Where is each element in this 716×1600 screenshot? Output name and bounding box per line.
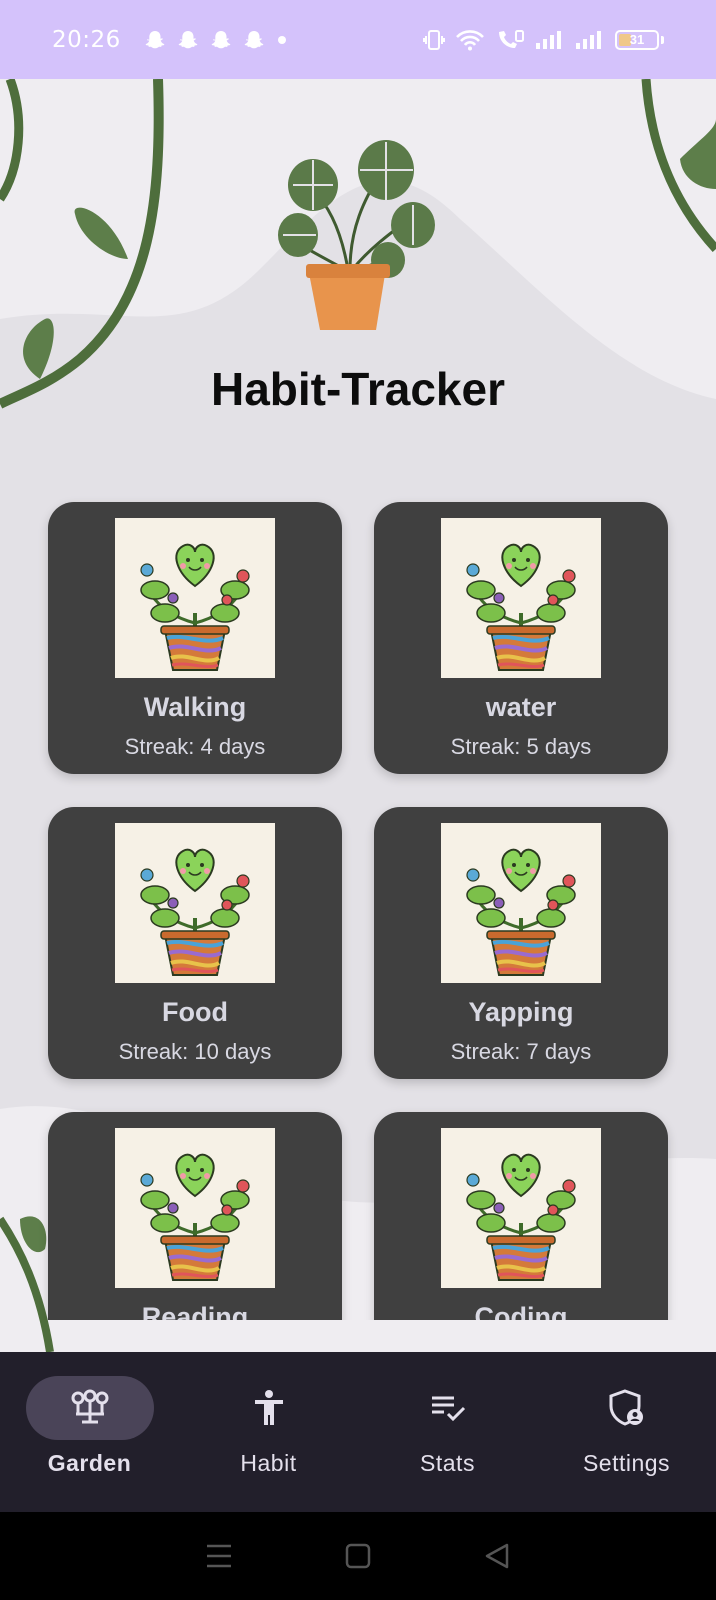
square-icon <box>345 1543 371 1569</box>
app-title: Habit-Tracker <box>210 363 505 415</box>
nav-habit[interactable]: Habit <box>179 1352 358 1512</box>
habit-streak: Streak: 7 days <box>450 1039 592 1064</box>
nav-pill <box>205 1376 333 1440</box>
battery-level: 31 <box>629 32 645 47</box>
status-time: 20:26 <box>52 26 121 53</box>
habit-name: Yapping <box>468 997 574 1027</box>
habit-name: Coding <box>474 1302 568 1320</box>
habit-streak: Streak: 5 days <box>450 734 592 759</box>
signal-icon <box>576 30 601 49</box>
call-wifi-icon <box>499 29 524 48</box>
potted-monstera-icon <box>278 140 435 330</box>
vibrate-icon <box>423 29 445 50</box>
habit-card-reading[interactable]: Reading <box>48 1112 342 1320</box>
heart-plant-icon <box>441 823 601 983</box>
habit-name: water <box>485 692 557 722</box>
nav-pill <box>384 1376 512 1440</box>
habit-card-walking[interactable]: Walking Streak: 4 days <box>48 502 342 774</box>
status-bar: 20:26 31 <box>0 0 716 79</box>
snapchat-icon <box>244 30 264 48</box>
back-button[interactable] <box>477 1536 517 1576</box>
heart-plant-icon <box>115 518 275 678</box>
nav-label: Settings <box>582 1450 671 1476</box>
habit-name: Reading <box>141 1302 249 1320</box>
habit-card-water[interactable]: water Streak: 5 days <box>374 502 668 774</box>
back-triangle-icon <box>485 1543 508 1569</box>
nav-label: Stats <box>420 1450 475 1476</box>
wifi-icon <box>456 29 484 50</box>
habit-card-coding[interactable]: Coding <box>374 1112 668 1320</box>
status-right-icons: 31 <box>423 28 664 52</box>
habit-name: Walking <box>143 692 247 722</box>
shield-person-icon <box>609 1389 643 1426</box>
snapchat-icon <box>145 30 165 48</box>
habit-grid: Walking Streak: 4 days water Streak: 5 d… <box>0 470 716 1320</box>
recent-apps-button[interactable] <box>199 1536 239 1576</box>
heart-plant-icon <box>115 823 275 983</box>
garden-icon <box>71 1389 108 1424</box>
checklist-icon <box>431 1396 465 1422</box>
nav-label: Garden <box>47 1450 132 1476</box>
heart-plant-icon <box>441 1128 601 1288</box>
battery-cap <box>661 35 664 44</box>
habit-name: Food <box>162 997 228 1027</box>
habit-card-food[interactable]: Food Streak: 10 days <box>48 807 342 1079</box>
snapchat-icon <box>178 30 198 48</box>
heart-plant-icon <box>115 1128 275 1288</box>
system-nav-bar <box>0 1512 716 1600</box>
nav-stats[interactable]: Stats <box>358 1352 537 1512</box>
menu-icon <box>207 1544 232 1568</box>
habit-card-yapping[interactable]: Yapping Streak: 7 days <box>374 807 668 1079</box>
battery-icon: 31 <box>615 29 659 50</box>
nav-label: Habit <box>240 1450 297 1476</box>
heart-plant-icon <box>441 518 601 678</box>
nav-pill-active <box>25 1376 154 1440</box>
snapchat-icon <box>211 30 231 48</box>
habit-streak: Streak: 10 days <box>118 1039 272 1064</box>
dot-icon <box>277 35 286 44</box>
person-icon <box>254 1390 283 1425</box>
habit-streak: Streak: 4 days <box>124 734 266 759</box>
nav-settings[interactable]: Settings <box>537 1352 716 1512</box>
nav-pill <box>563 1376 691 1440</box>
notification-icons <box>143 28 289 52</box>
home-button[interactable] <box>338 1536 378 1576</box>
nav-garden[interactable]: Garden <box>0 1352 179 1512</box>
signal-icon <box>536 30 561 49</box>
bottom-nav: Garden Habit Stats Settings <box>0 1352 716 1512</box>
